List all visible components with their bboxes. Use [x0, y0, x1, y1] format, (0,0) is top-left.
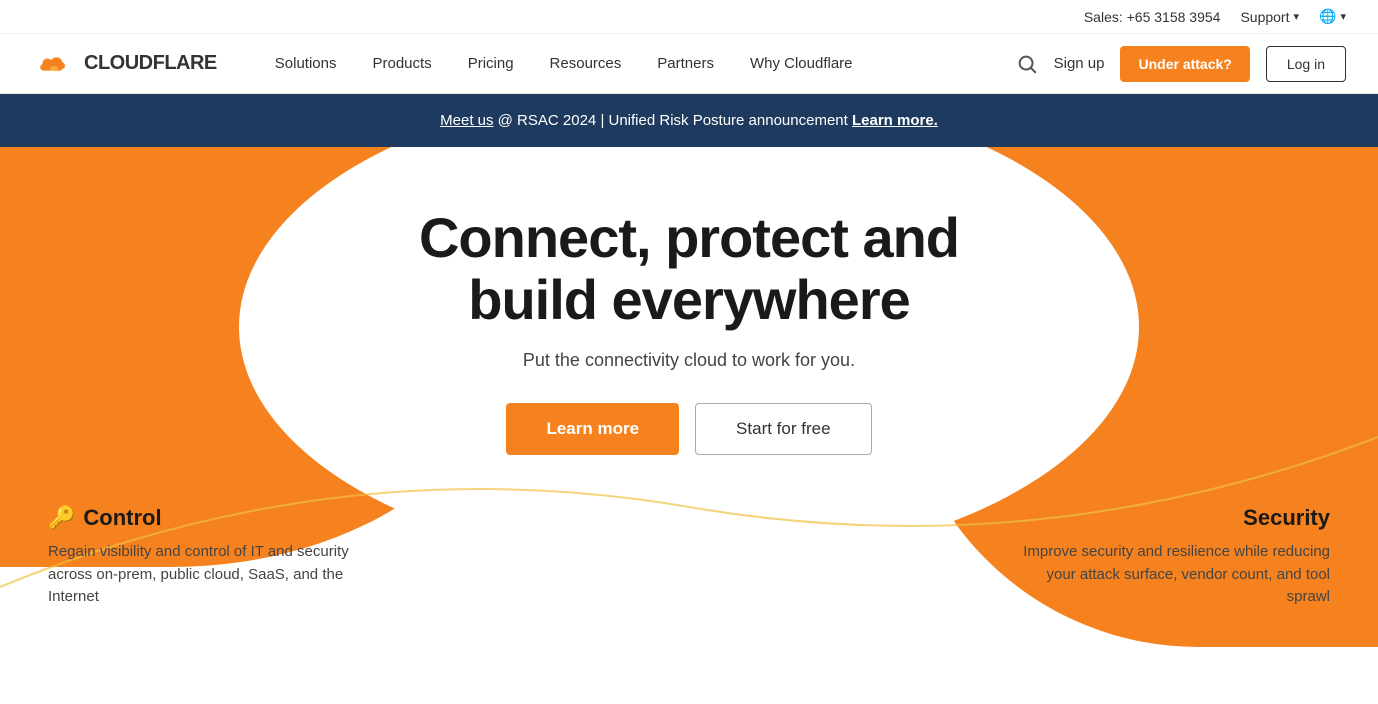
hero-start-free-button[interactable]: Start for free — [695, 403, 871, 455]
main-nav: CLOUDFLARE Solutions Products Pricing Re… — [0, 34, 1378, 94]
logo-text: CLOUDFLARE — [84, 52, 217, 75]
feature-control-title: 🔑 Control — [48, 505, 368, 531]
nav-why-cloudflare[interactable]: Why Cloudflare — [732, 34, 871, 94]
banner-middle-text: @ RSAC 2024 | Unified Risk Posture annou… — [494, 112, 852, 129]
announcement-banner: Meet us @ RSAC 2024 | Unified Risk Postu… — [0, 94, 1378, 147]
nav-solutions[interactable]: Solutions — [257, 34, 355, 94]
globe-icon: 🌐 — [1319, 8, 1336, 25]
features-row: 🔑 Control Regain visibility and control … — [0, 485, 1378, 609]
nav-resources[interactable]: Resources — [532, 34, 640, 94]
top-bar: Sales: +65 3158 3954 Support ▾ 🌐 ▾ — [0, 0, 1378, 34]
login-button[interactable]: Log in — [1266, 46, 1346, 82]
control-icon: 🔑 — [48, 505, 75, 531]
search-button[interactable] — [1016, 53, 1038, 75]
hero-section: Connect, protect and build everywhere Pu… — [0, 147, 1378, 667]
language-selector[interactable]: 🌐 ▾ — [1319, 8, 1346, 25]
nav-pricing[interactable]: Pricing — [450, 34, 532, 94]
feature-control: 🔑 Control Regain visibility and control … — [48, 505, 368, 609]
feature-security-title: 🛡 Security — [1010, 505, 1330, 531]
feature-control-desc: Regain visibility and control of IT and … — [48, 541, 368, 609]
search-icon — [1016, 53, 1038, 75]
hero-subtitle: Put the connectivity cloud to work for y… — [419, 350, 959, 371]
banner-learn-more[interactable]: Learn more. — [852, 112, 938, 129]
globe-chevron-icon: ▾ — [1340, 10, 1346, 23]
feature-security: 🛡 Security Improve security and resilien… — [1010, 505, 1330, 609]
logo[interactable]: CLOUDFLARE — [32, 50, 217, 78]
support-chevron-icon: ▾ — [1294, 10, 1300, 23]
hero-buttons: Learn more Start for free — [419, 403, 959, 455]
feature-security-desc: Improve security and resilience while re… — [1010, 541, 1330, 609]
hero-learn-more-button[interactable]: Learn more — [506, 403, 679, 455]
hero-content: Connect, protect and build everywhere Pu… — [419, 207, 959, 455]
banner-meet-us[interactable]: Meet us — [440, 112, 493, 129]
nav-partners[interactable]: Partners — [639, 34, 732, 94]
nav-right: Sign up Under attack? Log in — [1016, 46, 1346, 82]
sign-up-button[interactable]: Sign up — [1054, 55, 1105, 72]
cloudflare-logo-icon — [32, 50, 76, 78]
sales-contact: Sales: +65 3158 3954 — [1084, 9, 1221, 25]
hero-title: Connect, protect and build everywhere — [419, 207, 959, 330]
security-icon: 🛡 — [1207, 505, 1235, 531]
support-menu[interactable]: Support ▾ — [1240, 9, 1299, 25]
under-attack-button[interactable]: Under attack? — [1120, 46, 1249, 82]
nav-products[interactable]: Products — [354, 34, 449, 94]
nav-items: Solutions Products Pricing Resources Par… — [257, 34, 1016, 94]
